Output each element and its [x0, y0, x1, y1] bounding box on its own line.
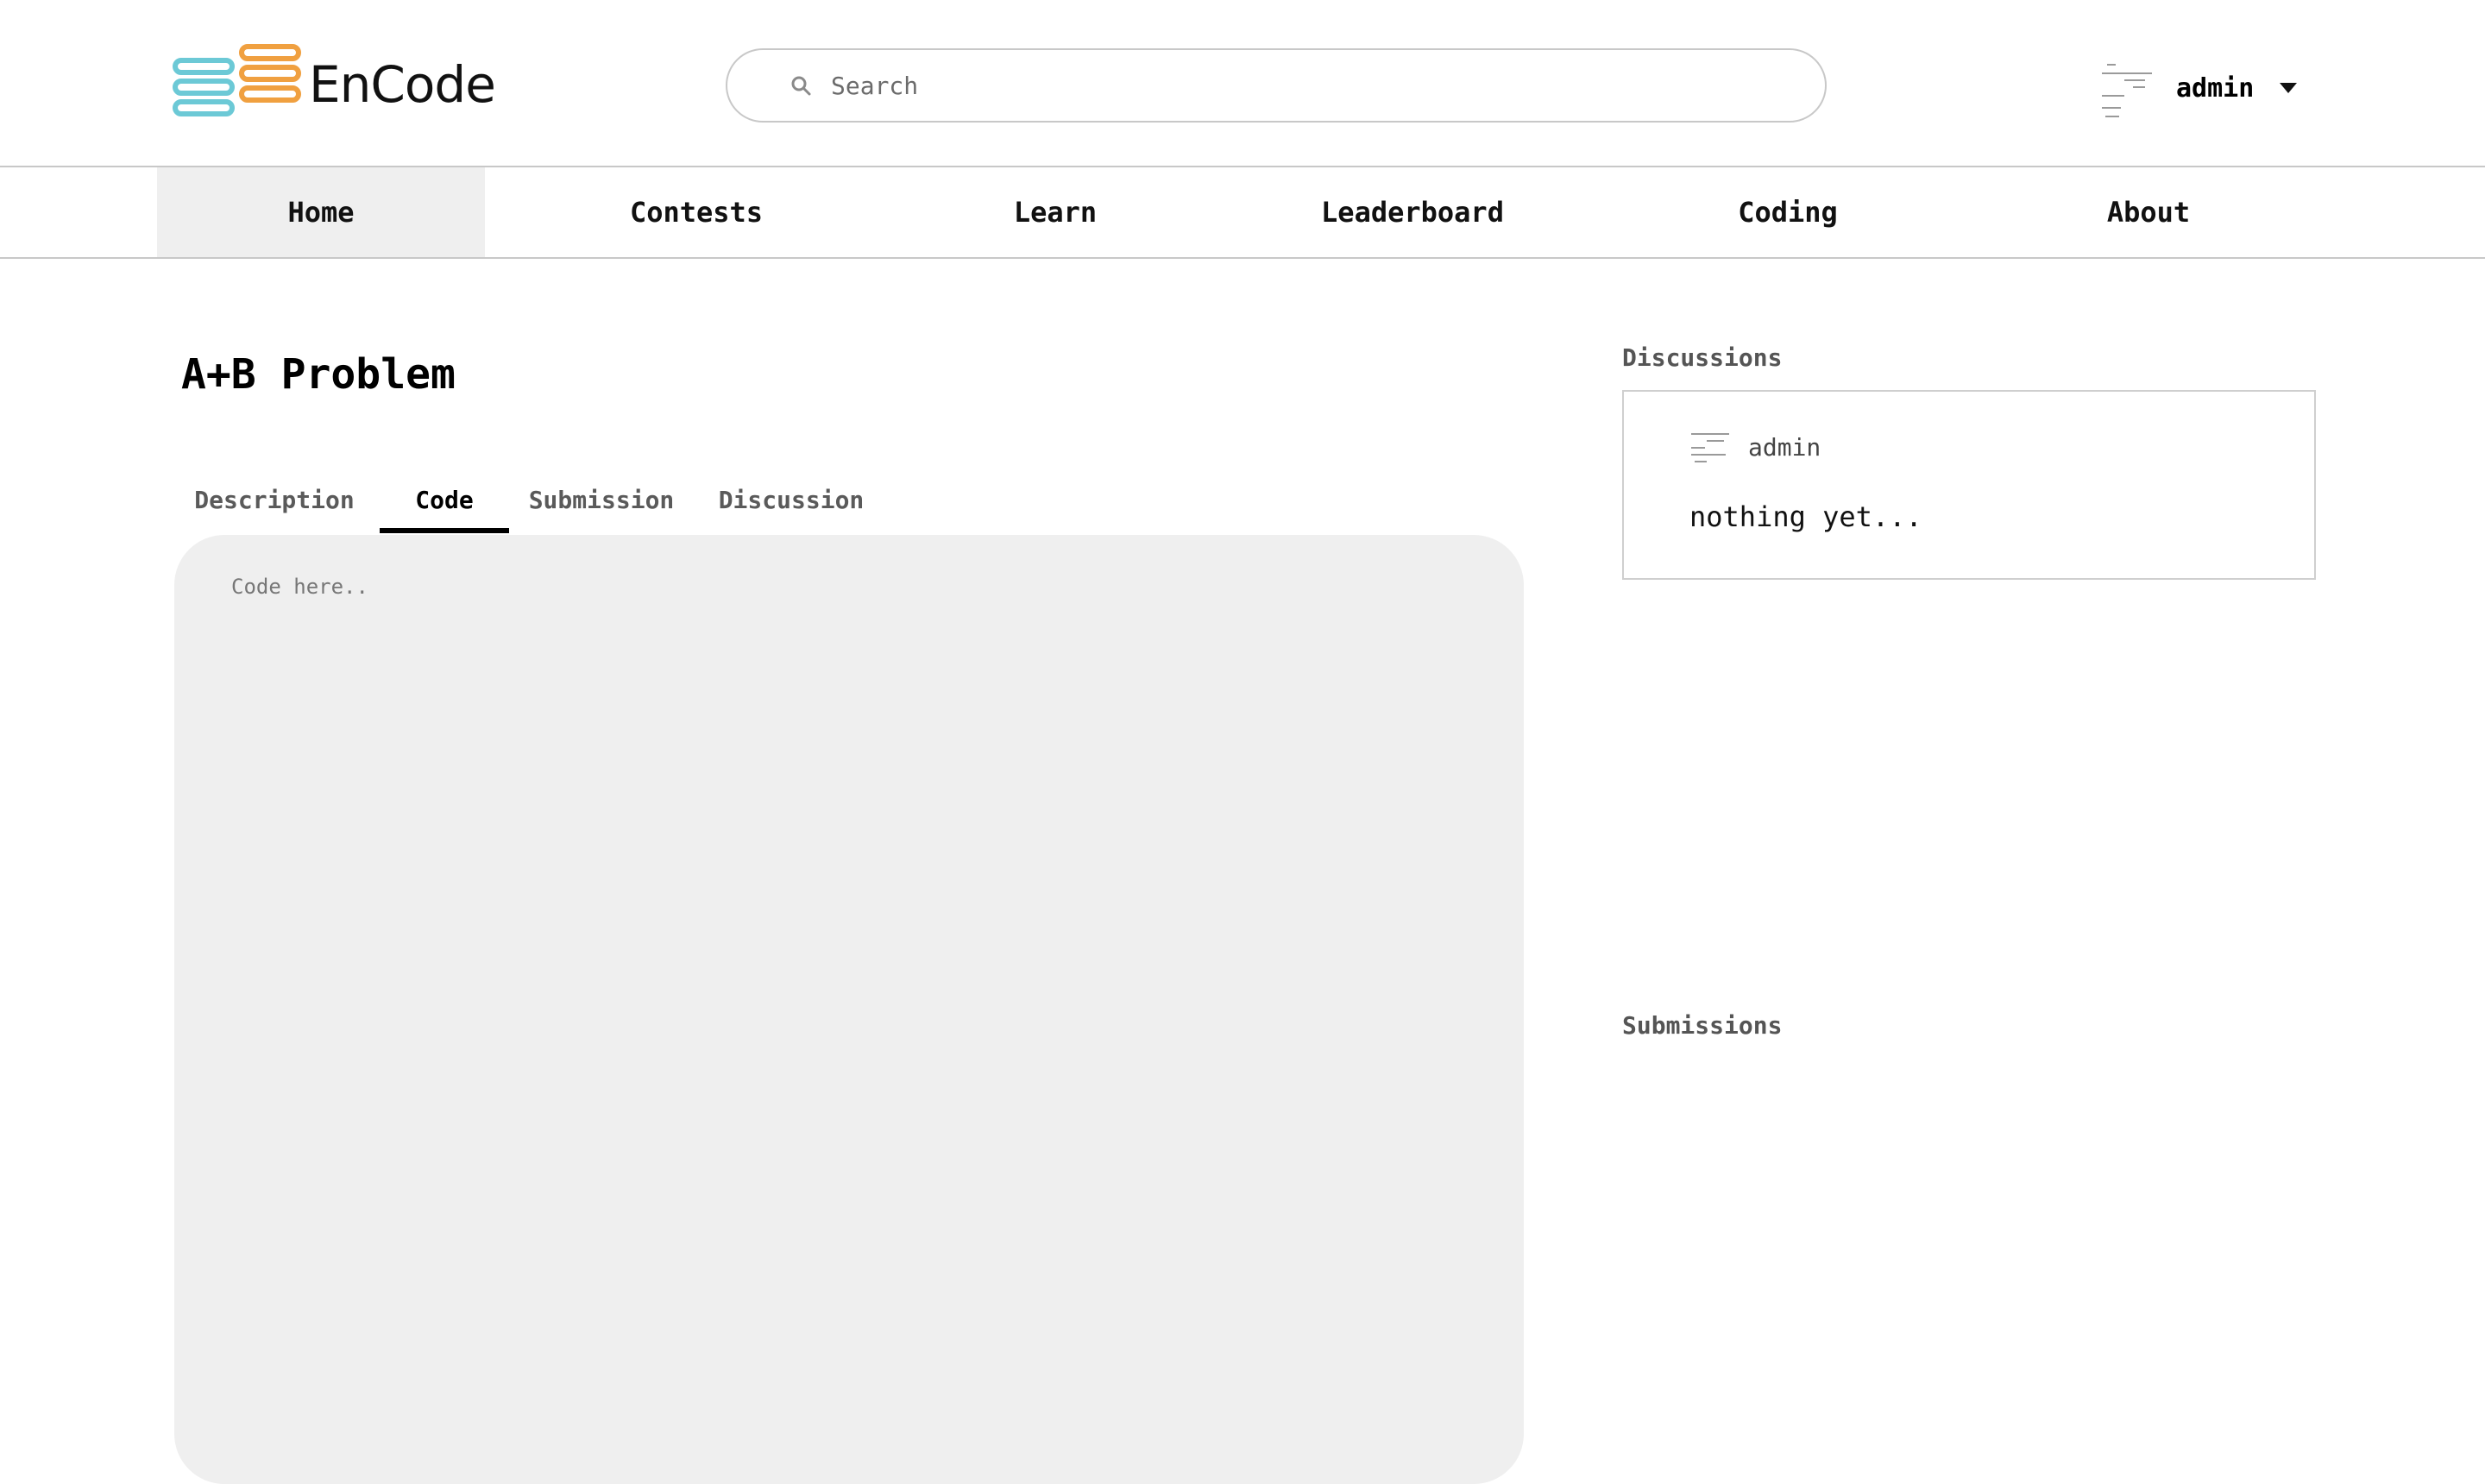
nav-item-about[interactable]: About [2045, 167, 2252, 257]
submissions-heading: Submissions [1622, 1011, 1783, 1040]
avatar[interactable] [2098, 57, 2154, 119]
nav-item-home[interactable]: Home [157, 167, 485, 257]
avatar [1689, 430, 1731, 464]
search-input[interactable] [829, 70, 1695, 101]
nav-item-learn[interactable]: Learn [941, 167, 1170, 257]
nav-item-leaderboard[interactable]: Leaderboard [1277, 167, 1548, 257]
encode-logo-icon [173, 44, 301, 116]
logo[interactable]: EnCode [173, 41, 496, 128]
active-tab-indicator [380, 528, 509, 533]
discussions-heading: Discussions [1622, 343, 1783, 372]
main-nav: Home Contests Learn Leaderboard Coding A… [0, 167, 2485, 259]
user-menu[interactable]: admin [2098, 55, 2298, 121]
tab-submission[interactable]: Submission [518, 462, 685, 537]
nav-item-coding[interactable]: Coding [1683, 167, 1893, 257]
tab-discussion[interactable]: Discussion [699, 462, 884, 537]
page-title: A+B Problem [181, 350, 456, 399]
discussion-author: admin [1689, 430, 1821, 464]
discussion-user-name: admin [1748, 432, 1821, 462]
user-name[interactable]: admin [2176, 73, 2254, 104]
search-bar[interactable] [726, 48, 1827, 123]
nav-item-contests[interactable]: Contests [552, 167, 840, 257]
discussion-text: nothing yet... [1689, 500, 1922, 533]
discussion-card[interactable]: admin nothing yet... [1622, 390, 2316, 580]
code-editor[interactable] [174, 535, 1524, 1484]
chevron-down-icon[interactable] [2280, 83, 2298, 93]
code-input[interactable] [230, 573, 1458, 1353]
tab-code[interactable]: Code [380, 462, 509, 537]
logo-text: EnCode [309, 55, 496, 114]
top-header: EnCode admin [0, 0, 2485, 167]
tab-description[interactable]: Description [181, 462, 368, 537]
search-icon [788, 72, 814, 98]
